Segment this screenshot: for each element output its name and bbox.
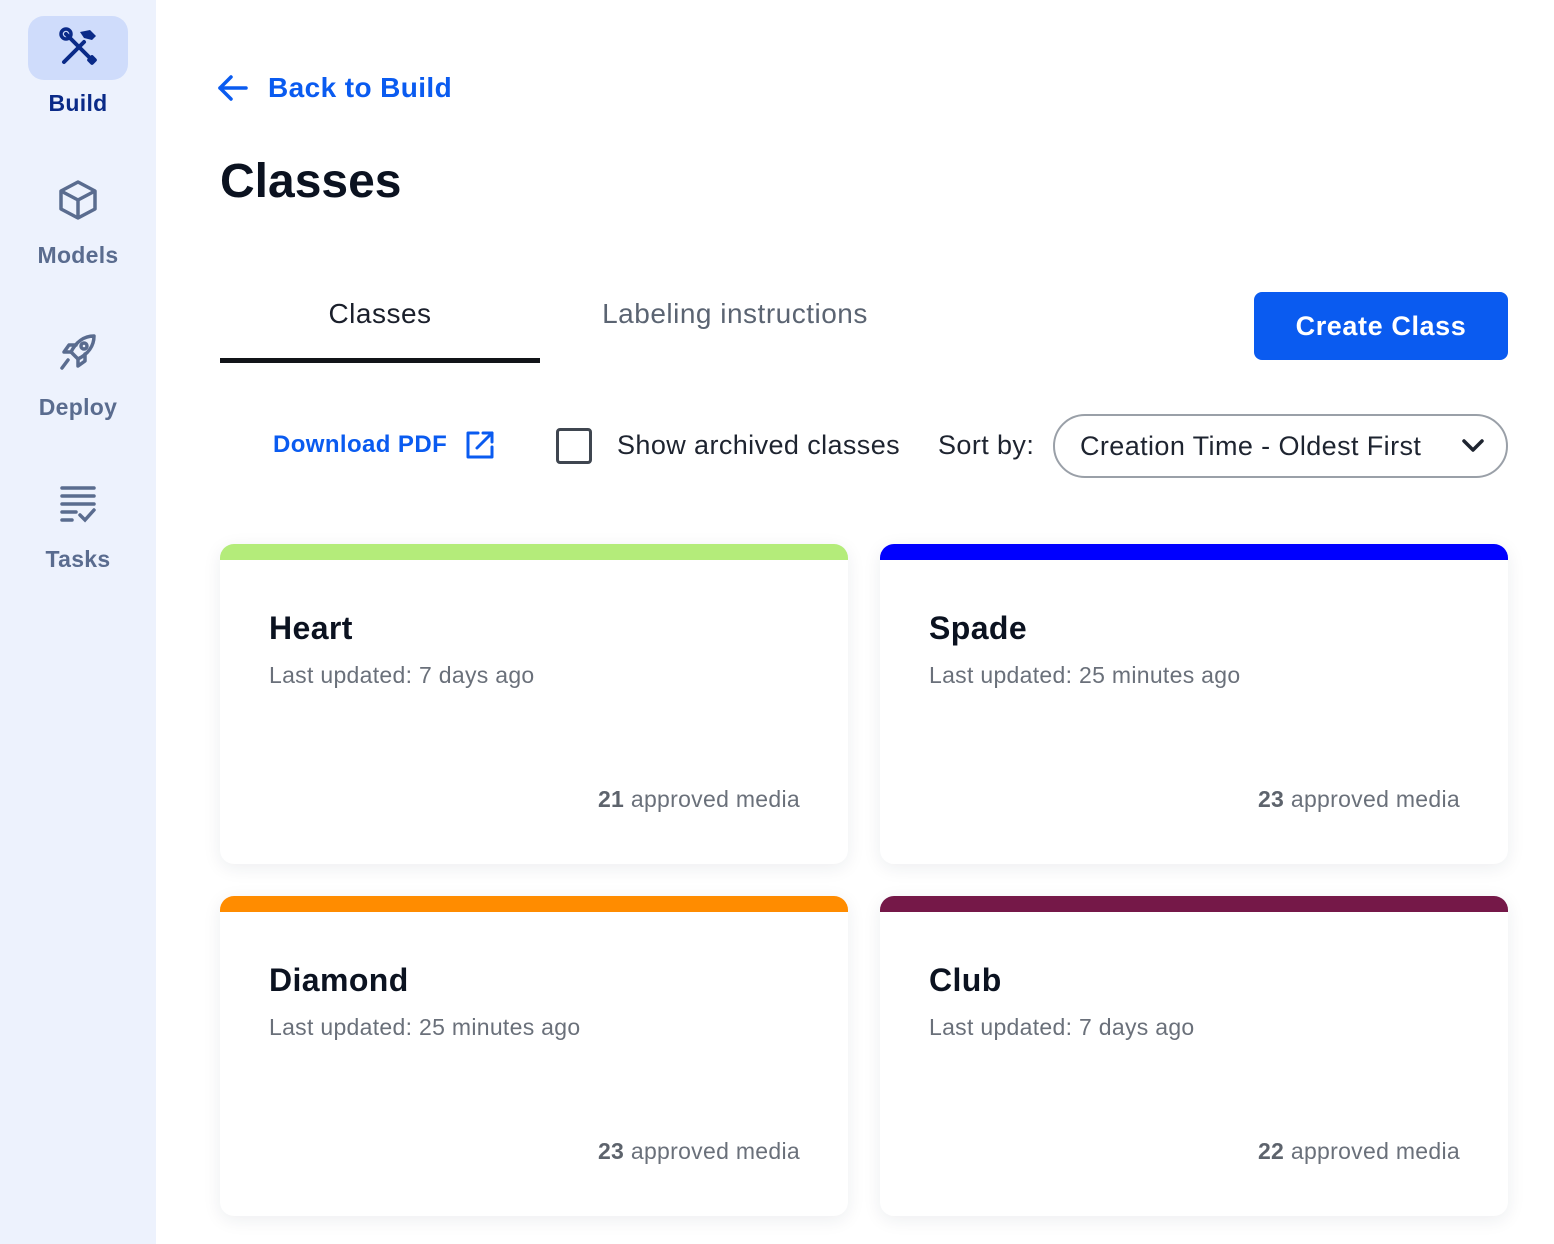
task-list-icon bbox=[60, 486, 96, 523]
class-card-heart[interactable]: Heart Last updated: 7 days ago 21 approv… bbox=[220, 544, 848, 864]
cube-icon bbox=[59, 180, 97, 220]
class-last-updated: Last updated: 25 minutes ago bbox=[929, 662, 1241, 688]
sidebar-item-tasks[interactable]: Tasks bbox=[0, 472, 156, 573]
approved-media-count: 21 approved media bbox=[598, 786, 800, 813]
sort-select[interactable]: Creation Time - Oldest First bbox=[1053, 414, 1508, 478]
approved-media-count: 22 approved media bbox=[1258, 1138, 1460, 1165]
class-card-diamond[interactable]: Diamond Last updated: 25 minutes ago 23 … bbox=[220, 896, 848, 1216]
class-color-bar bbox=[220, 544, 848, 560]
media-count-number: 22 bbox=[1257, 1138, 1285, 1164]
sidebar-item-label: Tasks bbox=[45, 546, 111, 572]
media-count-number: 23 bbox=[1257, 786, 1285, 812]
show-archived-label: Show archived classes bbox=[617, 430, 901, 460]
deploy-icon-container bbox=[28, 320, 128, 384]
download-pdf-link[interactable]: Download PDF bbox=[273, 430, 495, 460]
approved-media-count: 23 approved media bbox=[1258, 786, 1460, 813]
class-color-bar bbox=[220, 896, 848, 912]
class-color-bar bbox=[880, 544, 1508, 560]
arrow-left-icon bbox=[218, 75, 248, 101]
media-count-number: 21 bbox=[597, 786, 625, 812]
sidebar-item-label: Build bbox=[48, 90, 108, 116]
chevron-down-icon bbox=[1462, 439, 1484, 452]
media-count-suffix: approved media bbox=[624, 786, 800, 812]
media-count-suffix: approved media bbox=[1284, 1138, 1460, 1164]
class-name: Heart bbox=[269, 610, 353, 646]
class-last-updated: Last updated: 25 minutes ago bbox=[269, 1014, 581, 1040]
sidebar-item-label: Models bbox=[37, 242, 119, 268]
build-icon-container bbox=[28, 16, 128, 80]
create-class-button[interactable]: Create Class bbox=[1254, 292, 1508, 360]
back-link-label: Back to Build bbox=[268, 72, 453, 103]
tab-labeling-instructions[interactable]: Labeling instructions bbox=[540, 298, 930, 330]
class-card-spade[interactable]: Spade Last updated: 25 minutes ago 23 ap… bbox=[880, 544, 1508, 864]
models-icon-container bbox=[28, 168, 128, 232]
class-last-updated: Last updated: 7 days ago bbox=[929, 1014, 1195, 1040]
main-content: Back to Build Classes Classes Labeling i… bbox=[156, 0, 1554, 1244]
class-name: Spade bbox=[929, 610, 1028, 646]
download-pdf-label: Download PDF bbox=[273, 431, 448, 458]
page-title: Classes bbox=[220, 155, 402, 208]
media-count-suffix: approved media bbox=[624, 1138, 800, 1164]
class-name: Diamond bbox=[269, 962, 409, 998]
sidebar-item-label: Deploy bbox=[38, 394, 118, 420]
sort-by-label: Sort by: bbox=[938, 430, 1035, 460]
external-link-icon bbox=[466, 431, 494, 459]
sidebar-item-build[interactable]: Build bbox=[0, 16, 156, 117]
class-last-updated: Last updated: 7 days ago bbox=[269, 662, 535, 688]
sort-select-value: Creation Time - Oldest First bbox=[1080, 430, 1422, 461]
class-card-club[interactable]: Club Last updated: 7 days ago 22 approve… bbox=[880, 896, 1508, 1216]
active-tab-indicator bbox=[220, 358, 540, 363]
sidebar: Build Models Deploy Tasks bbox=[0, 0, 156, 1244]
media-count-number: 23 bbox=[597, 1138, 625, 1164]
sidebar-item-deploy[interactable]: Deploy bbox=[0, 320, 156, 421]
tab-classes[interactable]: Classes bbox=[220, 298, 540, 330]
class-color-bar bbox=[880, 896, 1508, 912]
back-to-build-link[interactable]: Back to Build bbox=[216, 72, 452, 104]
approved-media-count: 23 approved media bbox=[598, 1138, 800, 1165]
show-archived-checkbox[interactable] bbox=[556, 428, 592, 464]
build-tools-icon bbox=[59, 27, 97, 65]
class-name: Club bbox=[929, 962, 1002, 998]
rocket-icon bbox=[60, 334, 96, 370]
tasks-icon-container bbox=[28, 472, 128, 536]
sidebar-item-models[interactable]: Models bbox=[0, 168, 156, 269]
media-count-suffix: approved media bbox=[1284, 786, 1460, 812]
